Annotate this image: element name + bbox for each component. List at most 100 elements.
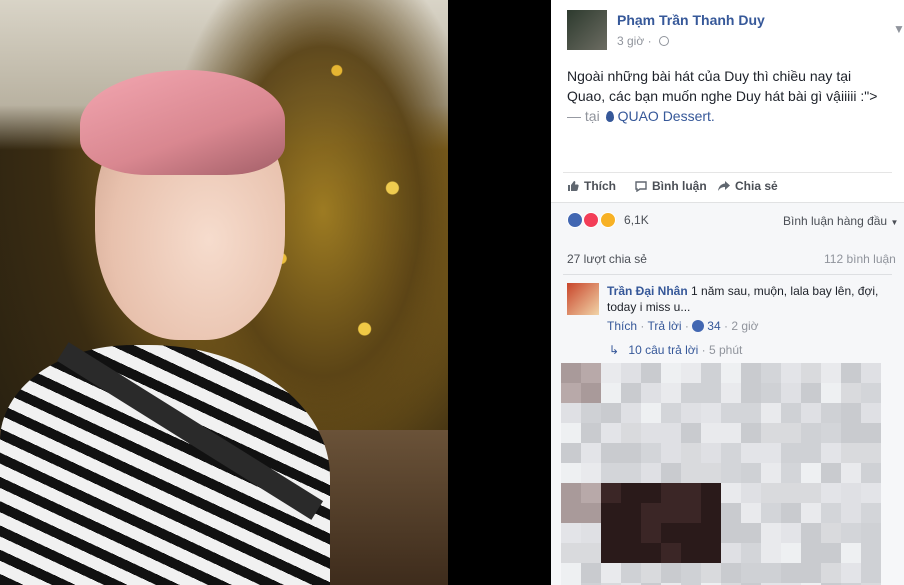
mosaic-tile [661,363,681,383]
mosaic-tile [781,483,801,503]
mosaic-tile [781,363,801,383]
post-time[interactable]: 3 giờ [617,34,644,48]
like-count-icon [692,320,705,332]
post-header: Phạm Trần Thanh Duy 3 giờ · ▼ [567,10,904,52]
mosaic-tile [681,543,701,563]
mosaic-tile [721,363,741,383]
comment-like-count[interactable]: 34 [707,319,720,333]
comment-like-link[interactable]: Thích [607,319,637,333]
share-button[interactable]: Chia sẻ [718,179,778,193]
mosaic-tile [781,403,801,423]
mosaic-tile [781,503,801,523]
mosaic-tile [861,443,881,463]
author-name[interactable]: Phạm Trần Thanh Duy [617,12,765,28]
mosaic-tile [861,503,881,523]
mosaic-tile [601,563,621,583]
mosaic-tile [741,383,761,403]
mosaic-tile [821,463,841,483]
mosaic-tile [641,463,661,483]
mosaic-tile [821,543,841,563]
share-label: Chia sẻ [735,179,778,193]
mosaic-tile [641,443,661,463]
mosaic-tile [801,423,821,443]
mosaic-tile [621,463,641,483]
author-avatar[interactable] [567,10,607,50]
share-count[interactable]: 27 lượt chia sẻ [567,252,647,266]
mosaic-tile [721,443,741,463]
mosaic-tile [561,423,581,443]
post-sidebar: Phạm Trần Thanh Duy 3 giờ · ▼ Ngoài nhữn… [551,0,904,585]
mosaic-tile [701,403,721,423]
mosaic-tile [681,483,701,503]
post-photo[interactable] [0,0,448,585]
mosaic-tile [681,443,701,463]
location-link[interactable]: QUAO Dessert. [618,108,715,124]
like-reaction-icon [567,212,583,228]
chevron-down-icon[interactable]: ▼ [893,22,904,36]
like-button[interactable]: Thích [567,179,616,193]
mosaic-tile [741,363,761,383]
mosaic-tile [581,523,601,543]
comment-label: Bình luận [652,179,707,193]
mosaic-tile [701,543,721,563]
mosaic-tile [841,423,861,443]
mosaic-tile [741,423,761,443]
mosaic-tile [561,403,581,423]
mosaic-tile [821,483,841,503]
mosaic-tile [781,443,801,463]
mosaic-tile [741,443,761,463]
mosaic-tile [761,483,781,503]
mosaic-tile [841,363,861,383]
mosaic-tile [761,563,781,583]
post-meta: 3 giờ · [617,34,669,48]
mosaic-tile [721,463,741,483]
meta-dot: · [684,319,693,333]
mosaic-tile [861,383,881,403]
mosaic-tile [701,363,721,383]
mosaic-tile [801,503,821,523]
mosaic-tile [841,383,861,403]
mosaic-tile [641,483,661,503]
location-pin-icon [605,111,614,122]
mosaic-tile [741,403,761,423]
comment-icon [635,181,647,192]
mosaic-tile [621,543,641,563]
mosaic-tile [721,543,741,563]
mosaic-tile [661,443,681,463]
commenter-name[interactable]: Trần Đại Nhân [607,284,688,298]
haha-reaction-icon [599,212,616,228]
mosaic-tile [781,423,801,443]
view-replies-link[interactable]: ↳ 10 câu trả lời · 5 phút [609,343,742,357]
comment-sort-dropdown[interactable]: Bình luận hàng đầu ▼ [783,214,898,228]
mosaic-tile [821,383,841,403]
mosaic-tile [741,483,761,503]
mosaic-tile [641,423,661,443]
mosaic-tile [861,363,881,383]
mosaic-tile [621,423,641,443]
mosaic-tile [561,543,581,563]
comment-reply-link[interactable]: Trả lời [647,319,681,333]
commenter-avatar[interactable] [567,283,599,315]
mosaic-tile [601,443,621,463]
mosaic-tile [841,503,861,523]
mosaic-tile [741,523,761,543]
mosaic-tile [701,523,721,543]
love-reaction-icon [583,212,600,228]
comment-button[interactable]: Bình luận [635,179,707,193]
mosaic-tile [641,563,661,583]
mosaic-tile [581,483,601,503]
mosaic-tile [821,363,841,383]
comment-meta: Thích · Trả lời · 34 · 2 giờ [607,319,759,333]
mosaic-tile [581,363,601,383]
mosaic-tile [761,423,781,443]
mosaic-tile [601,403,621,423]
mosaic-tile [721,403,741,423]
thumbs-up-icon [568,181,579,191]
mosaic-tile [721,383,741,403]
like-label: Thích [584,179,616,193]
mosaic-tile [661,563,681,583]
mosaic-tile [801,523,821,543]
mosaic-tile [701,563,721,583]
reaction-summary[interactable]: 6,1K [567,212,649,230]
mosaic-tile [561,503,581,523]
